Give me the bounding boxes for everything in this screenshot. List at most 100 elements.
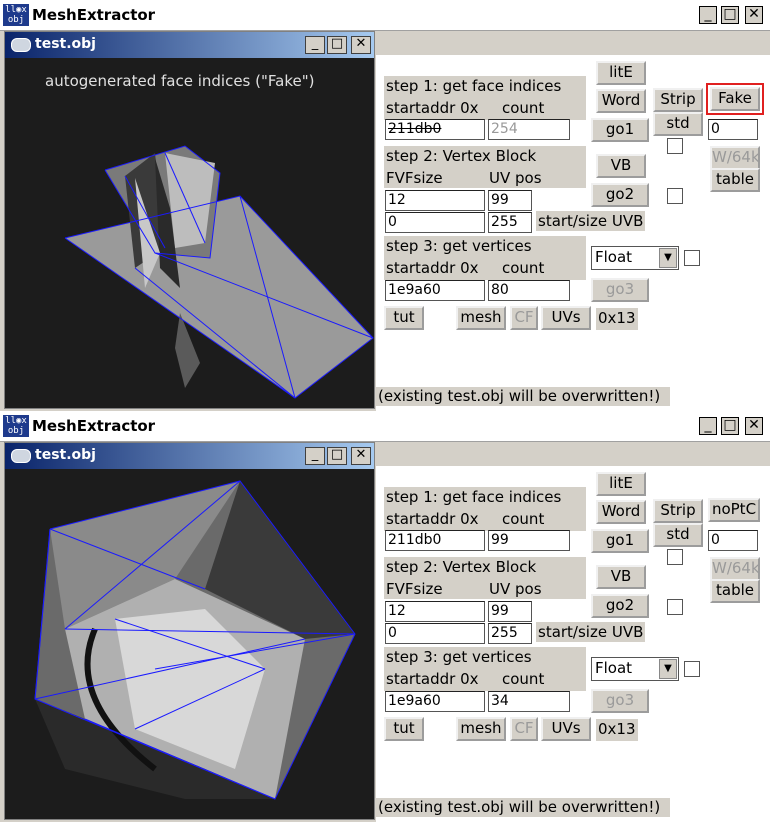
step3-count-input[interactable]: 80	[488, 280, 570, 301]
step3-startaddr-label: startaddr 0x	[386, 259, 479, 277]
go2-button[interactable]: go2	[591, 594, 649, 618]
noptc-button[interactable]: noPtC	[708, 498, 760, 522]
float-checkbox[interactable]	[684, 661, 700, 677]
child-close-button[interactable]: ✕	[351, 447, 371, 465]
app-icon: ll◉x obj	[3, 4, 29, 26]
mesh-button[interactable]: mesh	[456, 717, 506, 741]
cf-button[interactable]: CF	[510, 717, 538, 741]
step1-label: step 1: get face indices	[386, 488, 562, 506]
app-icon: ll◉x obj	[3, 415, 29, 437]
step1-count-label: count	[502, 510, 545, 528]
lite-button[interactable]: litE	[596, 61, 646, 85]
tut-button[interactable]: tut	[384, 306, 424, 330]
child-maximize-button[interactable]: □	[327, 36, 347, 54]
go1-button[interactable]: go1	[591, 118, 649, 142]
chevron-down-icon[interactable]: ▼	[659, 659, 677, 679]
float-checkbox[interactable]	[684, 250, 700, 266]
child-minimize-button[interactable]: _	[305, 447, 325, 465]
app-titlebar[interactable]: ll◉x obj MeshExtractor _ □ ✕	[0, 411, 770, 442]
fake-button[interactable]: Fake	[706, 83, 764, 115]
uvb-size-input[interactable]: 255	[488, 212, 532, 233]
uvs-button[interactable]: UVs	[541, 717, 591, 741]
mesh-button[interactable]: mesh	[456, 306, 506, 330]
fvfsize-input[interactable]: 12	[385, 601, 485, 622]
uvb-size-input[interactable]: 255	[488, 623, 532, 644]
step3-label: step 3: get vertices	[386, 237, 532, 255]
hex-label: 0x13	[596, 308, 638, 330]
3d-viewport[interactable]: autogenerated face indices ("Fake")	[5, 58, 374, 408]
uvpos-label: UV pos	[489, 580, 542, 598]
step1-startaddr-label: startaddr 0x	[386, 510, 479, 528]
3d-viewport[interactable]	[5, 469, 374, 819]
cf-button[interactable]: CF	[510, 306, 538, 330]
child-close-button[interactable]: ✕	[351, 36, 371, 54]
overwrite-note: (existing test.obj will be overwritten!)	[376, 798, 671, 817]
table-button[interactable]: table	[710, 579, 760, 603]
std-button[interactable]: std	[653, 523, 703, 547]
close-button[interactable]: ✕	[745, 417, 763, 435]
step1-count-input[interactable]: 99	[488, 530, 570, 551]
strip-button[interactable]: Strip	[653, 499, 703, 523]
go2-checkbox[interactable]	[667, 188, 683, 204]
uvs-button[interactable]: UVs	[541, 306, 591, 330]
float-select[interactable]: Float ▼	[591, 246, 679, 270]
uvpos-label: UV pos	[489, 169, 542, 187]
minimize-button[interactable]: _	[699, 417, 717, 435]
uvb-start-input[interactable]: 0	[385, 623, 485, 644]
go1-button[interactable]: go1	[591, 529, 649, 553]
uvpos-input[interactable]: 99	[488, 601, 532, 622]
app-title: MeshExtractor	[32, 417, 156, 435]
step2-label: step 2: Vertex Block	[386, 147, 537, 165]
go3-button[interactable]: go3	[591, 689, 649, 713]
uvb-start-input[interactable]: 0	[385, 212, 485, 233]
strip-button[interactable]: Strip	[653, 88, 703, 112]
child-minimize-button[interactable]: _	[305, 36, 325, 54]
step3-count-input[interactable]: 34	[488, 691, 570, 712]
chevron-down-icon[interactable]: ▼	[659, 248, 677, 268]
w64k-button[interactable]: W/64k	[710, 557, 760, 581]
word-button[interactable]: Word	[596, 500, 646, 524]
go2-checkbox[interactable]	[667, 599, 683, 615]
go3-button[interactable]: go3	[591, 278, 649, 302]
obj-viewer-window: test.obj _ □ ✕	[4, 442, 375, 820]
child-title: test.obj	[35, 36, 96, 52]
lite-button[interactable]: litE	[596, 472, 646, 496]
hex-label: 0x13	[596, 719, 638, 741]
startsize-uvb-label: start/size UVB	[536, 211, 646, 231]
overwrite-note: (existing test.obj will be overwritten!)	[376, 387, 671, 406]
step1-count-input[interactable]: 254	[488, 119, 570, 140]
step1-startaddr-input[interactable]: 211db0	[385, 530, 485, 551]
w64k-button[interactable]: W/64k	[710, 146, 760, 170]
vb-button[interactable]: VB	[596, 565, 646, 589]
float-select[interactable]: Float ▼	[591, 657, 679, 681]
mode-value-input[interactable]: 0	[708, 530, 758, 551]
table-button[interactable]: table	[710, 168, 760, 192]
app-titlebar[interactable]: ll◉x obj MeshExtractor _ □ ✕	[0, 0, 770, 31]
mesh-render	[64, 145, 374, 399]
obj-viewer-window: test.obj _ □ ✕ autogenerated face indice…	[4, 31, 375, 409]
step1-startaddr-input[interactable]: 211db0	[385, 119, 485, 140]
step3-startaddr-input[interactable]: 1e9a60	[385, 280, 485, 301]
vb-button[interactable]: VB	[596, 154, 646, 178]
uvpos-input[interactable]: 99	[488, 190, 532, 211]
child-titlebar[interactable]: test.obj _ □ ✕	[5, 32, 374, 58]
mode-value-input[interactable]: 0	[708, 119, 758, 140]
std-button[interactable]: std	[653, 112, 703, 136]
child-maximize-button[interactable]: □	[327, 447, 347, 465]
fvfsize-label: FVFsize	[386, 169, 443, 187]
child-titlebar[interactable]: test.obj _ □ ✕	[5, 443, 374, 469]
go2-button[interactable]: go2	[591, 183, 649, 207]
minimize-button[interactable]: _	[699, 6, 717, 24]
mesh-extractor-window-2: ll◉x obj MeshExtractor _ □ ✕ test.obj _ □…	[0, 411, 770, 822]
word-button[interactable]: Word	[596, 89, 646, 113]
maximize-button[interactable]: □	[721, 6, 739, 24]
step1-startaddr-label: startaddr 0x	[386, 99, 479, 117]
tut-button[interactable]: tut	[384, 717, 424, 741]
step3-startaddr-input[interactable]: 1e9a60	[385, 691, 485, 712]
float-select-value: Float	[595, 248, 633, 266]
fvfsize-input[interactable]: 12	[385, 190, 485, 211]
std-checkbox[interactable]	[667, 138, 683, 154]
close-button[interactable]: ✕	[745, 6, 763, 24]
maximize-button[interactable]: □	[721, 417, 739, 435]
std-checkbox[interactable]	[667, 549, 683, 565]
